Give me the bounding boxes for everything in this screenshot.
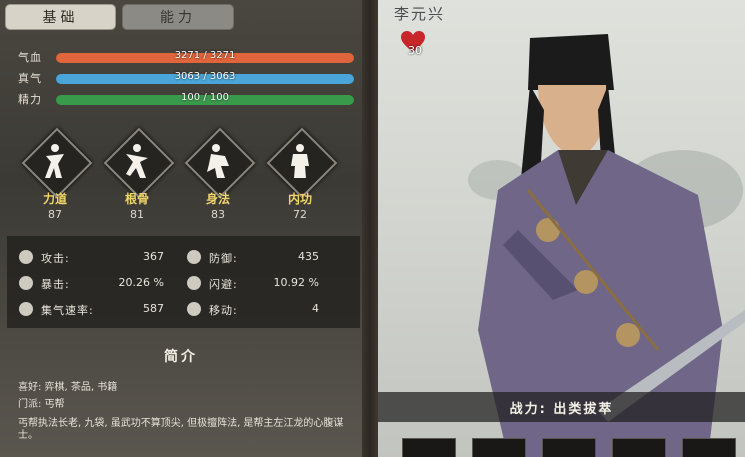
stat-dodge: 闪避: 10.92 % [187, 275, 347, 293]
stat-attack: 攻击: 367 [19, 249, 179, 267]
character-portrait-panel: 李元兴 30 战力: 出类拔萃 [378, 0, 745, 457]
stat-dodge-value: 10.92 % [273, 276, 319, 289]
stat-defense: 防御: 435 [187, 249, 347, 267]
stat-move: 移动: 4 [187, 301, 347, 319]
intro-hobby: 喜好: 弈棋, 茶品, 书籍 [18, 382, 118, 393]
attr-agility-name: 身法 [205, 192, 230, 206]
equipment-slot[interactable] [402, 438, 456, 457]
move-icon [187, 302, 201, 316]
stamina-bar: 精力 100 / 100 [18, 92, 354, 107]
attr-strength[interactable]: 力道 87 [20, 127, 93, 222]
stamina-label: 精力 [18, 93, 42, 106]
combat-power-banner: 战力: 出类拔萃 [378, 392, 745, 422]
attr-internal[interactable]: 内功 72 [265, 127, 338, 222]
character-info-panel: 基础 能力 气血 3271 / 3271 真气 3063 / 3063 精力 1… [0, 0, 370, 457]
attr-constitution-name: 根骨 [124, 192, 149, 206]
equipment-slot[interactable] [472, 438, 526, 457]
tab-abilities[interactable]: 能力 [122, 4, 234, 30]
attr-constitution[interactable]: 根骨 81 [102, 127, 175, 222]
qi-value: 3063 / 3063 [174, 71, 236, 82]
stat-crit-label: 暴击: [41, 278, 70, 291]
stat-move-label: 移动: [209, 304, 238, 317]
stat-attack-label: 攻击: [41, 252, 70, 265]
crit-icon [19, 276, 33, 290]
favor-value: 30 [408, 44, 422, 57]
stat-crit: 暴击: 20.26 % [19, 275, 179, 293]
intro-title: 简介 [164, 349, 198, 365]
strength-figure-icon [45, 144, 64, 178]
attr-strength-name: 力道 [42, 192, 67, 206]
attr-agility-value: 83 [211, 208, 225, 221]
equipment-slot[interactable] [612, 438, 666, 457]
qi-icon [19, 302, 33, 316]
attr-strength-value: 87 [48, 208, 62, 221]
intro-sect: 门派: 丐帮 [18, 399, 65, 410]
equipment-slot[interactable] [682, 438, 736, 457]
stat-defense-value: 435 [298, 250, 319, 263]
character-name: 李元兴 [394, 5, 446, 23]
stat-move-value: 4 [312, 302, 319, 315]
shield-icon [187, 250, 201, 264]
stat-attack-value: 367 [143, 250, 164, 263]
attr-constitution-value: 81 [130, 208, 144, 221]
stat-crit-value: 20.26 % [118, 276, 164, 289]
stat-qi-rate: 集气速率: 587 [19, 301, 179, 319]
intro-description: 丐帮执法长老, 九袋, 虽武功不算顶尖, 但极擅阵法, 是帮主左江龙的心腹谋士。 [18, 418, 344, 441]
stat-qi-rate-label: 集气速率: [41, 304, 94, 317]
sword-icon [19, 250, 33, 264]
tab-basic[interactable]: 基础 [5, 4, 116, 30]
attr-internal-value: 72 [293, 208, 307, 221]
constitution-figure-icon [126, 144, 148, 178]
hp-bar: 气血 3271 / 3271 [18, 50, 354, 65]
combat-stats-panel: 攻击: 367 防御: 435 暴击: 20.26 % 闪避: 10.92 % … [7, 236, 360, 328]
panel-divider [362, 0, 378, 457]
hp-value: 3271 / 3271 [174, 50, 236, 61]
stat-qi-rate-value: 587 [143, 302, 164, 315]
attr-internal-name: 内功 [287, 192, 312, 206]
stamina-value: 100 / 100 [181, 92, 229, 103]
equipment-slot[interactable] [542, 438, 596, 457]
attr-agility[interactable]: 身法 83 [183, 127, 256, 222]
dodge-icon [187, 276, 201, 290]
hp-label: 气血 [18, 51, 42, 64]
stat-defense-label: 防御: [209, 252, 238, 265]
qi-bar: 真气 3063 / 3063 [18, 71, 354, 86]
agility-figure-icon [207, 144, 229, 178]
internal-figure-icon [291, 144, 309, 178]
qi-label: 真气 [18, 72, 42, 85]
stat-dodge-label: 闪避: [209, 278, 238, 291]
